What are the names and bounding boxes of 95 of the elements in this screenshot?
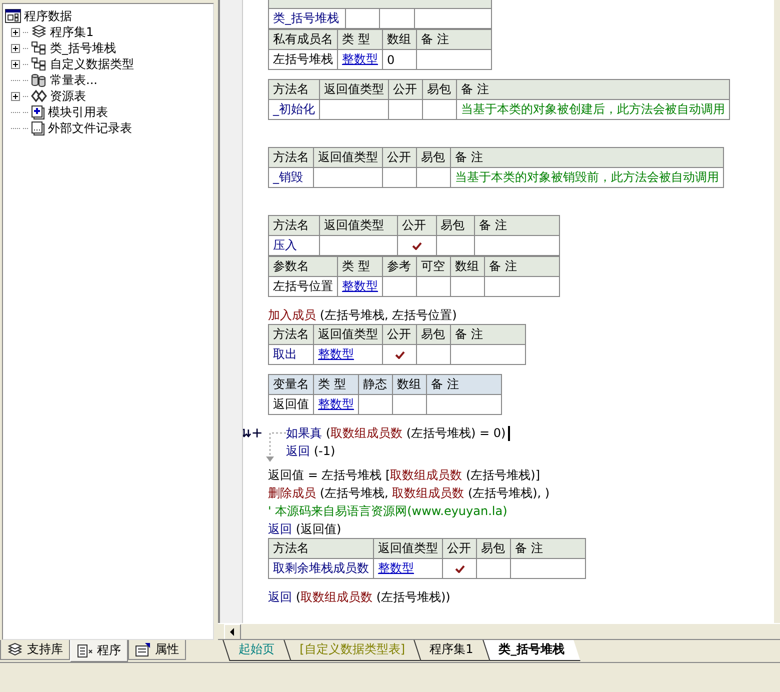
- column-header: 方法名: [268, 216, 320, 236]
- column-header: 备 注: [426, 374, 502, 394]
- column-header: 公开: [388, 80, 422, 100]
- column-header: 备 注: [484, 256, 560, 276]
- column-header: 数组: [450, 256, 484, 276]
- column-header: 备 注: [450, 148, 724, 168]
- column-header: 易包: [416, 324, 450, 344]
- table-cell: 整数型: [338, 276, 382, 296]
- left-arrow-icon: [230, 628, 235, 636]
- cylinders-icon: [31, 73, 47, 87]
- table-cell: 当基于本类的对象被销毁前，此方法会被自动调用: [450, 168, 724, 188]
- code-line: 返回 (取数组成员数 (左括号堆栈)): [268, 589, 450, 606]
- panel-tab[interactable]: 属性: [128, 640, 186, 660]
- tree-item[interactable]: 类_括号堆栈: [50, 40, 116, 56]
- properties-icon: [135, 642, 151, 656]
- program-data-icon: [5, 9, 21, 23]
- diamonds-icon: [31, 89, 47, 103]
- tree-item[interactable]: 自定义数据类型: [50, 56, 134, 72]
- column-header: 易包: [422, 80, 456, 100]
- books-icon: [31, 25, 47, 39]
- class-diagram-icon: [31, 41, 47, 55]
- table-cell: 当基于本类的对象被创建后，此方法会被自动调用: [456, 100, 730, 120]
- table-cell: 取剩余堆栈成员数: [268, 558, 374, 578]
- column-header: 方法名: [268, 80, 320, 100]
- document-icon: [31, 104, 45, 120]
- column-header: 变量名: [268, 374, 314, 394]
- scroll-left-button[interactable]: [224, 624, 241, 640]
- panel-tab[interactable]: 支持库: [0, 640, 70, 660]
- column-header: 方法名: [268, 538, 374, 558]
- expand-toggle[interactable]: [11, 92, 20, 100]
- column-header: 返回值类型: [320, 80, 388, 100]
- column-header: 数组: [392, 374, 426, 394]
- column-header: 备 注: [416, 30, 492, 50]
- column-header: 返回值类型: [319, 216, 398, 236]
- table-cell: 整数型: [338, 50, 382, 70]
- column-header: 类 型: [338, 256, 382, 276]
- column-header: 返回值类型: [374, 538, 442, 558]
- table-cell: 左括号堆栈: [268, 50, 338, 70]
- table-cell: 整数型: [374, 558, 442, 578]
- column-header: 数组: [382, 30, 416, 50]
- column-header: 公开: [398, 216, 436, 236]
- table-cell: 整数型: [314, 344, 382, 364]
- code-line: 删除成员 (左括号堆栈, 取数组成员数 (左括号堆栈), ): [268, 485, 550, 502]
- expand-toggle[interactable]: [11, 28, 20, 36]
- column-header: 备 注: [510, 538, 586, 558]
- document-tab[interactable]: 起始页: [222, 640, 290, 661]
- table-cell: _初始化: [268, 100, 320, 120]
- code-line: 返回 (-1): [286, 443, 336, 460]
- tree-item[interactable]: 程序数据: [24, 8, 72, 24]
- column-header: 静态: [358, 374, 392, 394]
- column-header: 可空: [416, 256, 450, 276]
- column-header: 易包: [436, 216, 475, 236]
- tree-item[interactable]: 常量表...: [50, 72, 98, 88]
- tree-item[interactable]: 外部文件记录表: [48, 120, 132, 136]
- books-icon: [7, 642, 23, 656]
- column-header: 私有成员名: [268, 30, 338, 50]
- column-header: 参考: [382, 256, 416, 276]
- code-line: 返回值 = 左括号堆栈 [取数组成员数 (左括号堆栈)]: [268, 467, 540, 484]
- tree-item[interactable]: 程序集1: [50, 24, 94, 40]
- code-line: 加入成员 (左括号堆栈, 左括号位置): [268, 307, 457, 324]
- file-icon: [31, 120, 45, 136]
- column-header: 易包: [416, 148, 450, 168]
- document-tab[interactable]: 程序集1: [414, 640, 490, 661]
- class-diagram-icon: [31, 57, 47, 71]
- text-cursor: [508, 426, 510, 440]
- expand-toggle[interactable]: [11, 44, 20, 52]
- table-cell: 返回值: [268, 394, 314, 414]
- document-tab[interactable]: 类_括号堆栈: [482, 640, 580, 661]
- column-header: 公开: [442, 538, 476, 558]
- code-line: ' 本源码来自易语言资源网(www.eyuyan.la): [268, 503, 508, 520]
- table-cell: 取出: [268, 344, 314, 364]
- column-header: 类 型: [314, 374, 358, 394]
- column-header: 返回值类型: [314, 148, 382, 168]
- column-header: 参数名: [268, 256, 338, 276]
- column-header: 备 注: [450, 324, 526, 344]
- column-header: 方法名: [268, 324, 314, 344]
- column-header: 公开: [382, 148, 416, 168]
- code-line: 返回 (返回值): [268, 521, 342, 538]
- tree-item[interactable]: 资源表: [50, 88, 86, 104]
- column-header: 备 注: [456, 80, 730, 100]
- column-header: 返回值类型: [314, 324, 382, 344]
- column-header: 公开: [382, 324, 416, 344]
- column-header: 类 型: [338, 30, 382, 50]
- column-header: 方法名: [268, 148, 314, 168]
- panel-tab[interactable]: 程序: [70, 640, 128, 662]
- tree-item[interactable]: 模块引用表: [48, 104, 108, 120]
- table-cell: 整数型: [314, 394, 358, 414]
- column-header: 备 注: [474, 216, 560, 236]
- code-line: 如果真 (取数组成员数 (左括号堆栈) = 0): [286, 424, 510, 442]
- table-cell: 0: [382, 50, 416, 70]
- expand-toggle[interactable]: [11, 60, 20, 68]
- table-cell: _销毁: [268, 168, 314, 188]
- table-cell: 左括号位置: [268, 276, 338, 296]
- column-header: 易包: [476, 538, 510, 558]
- document-icon: [77, 644, 93, 658]
